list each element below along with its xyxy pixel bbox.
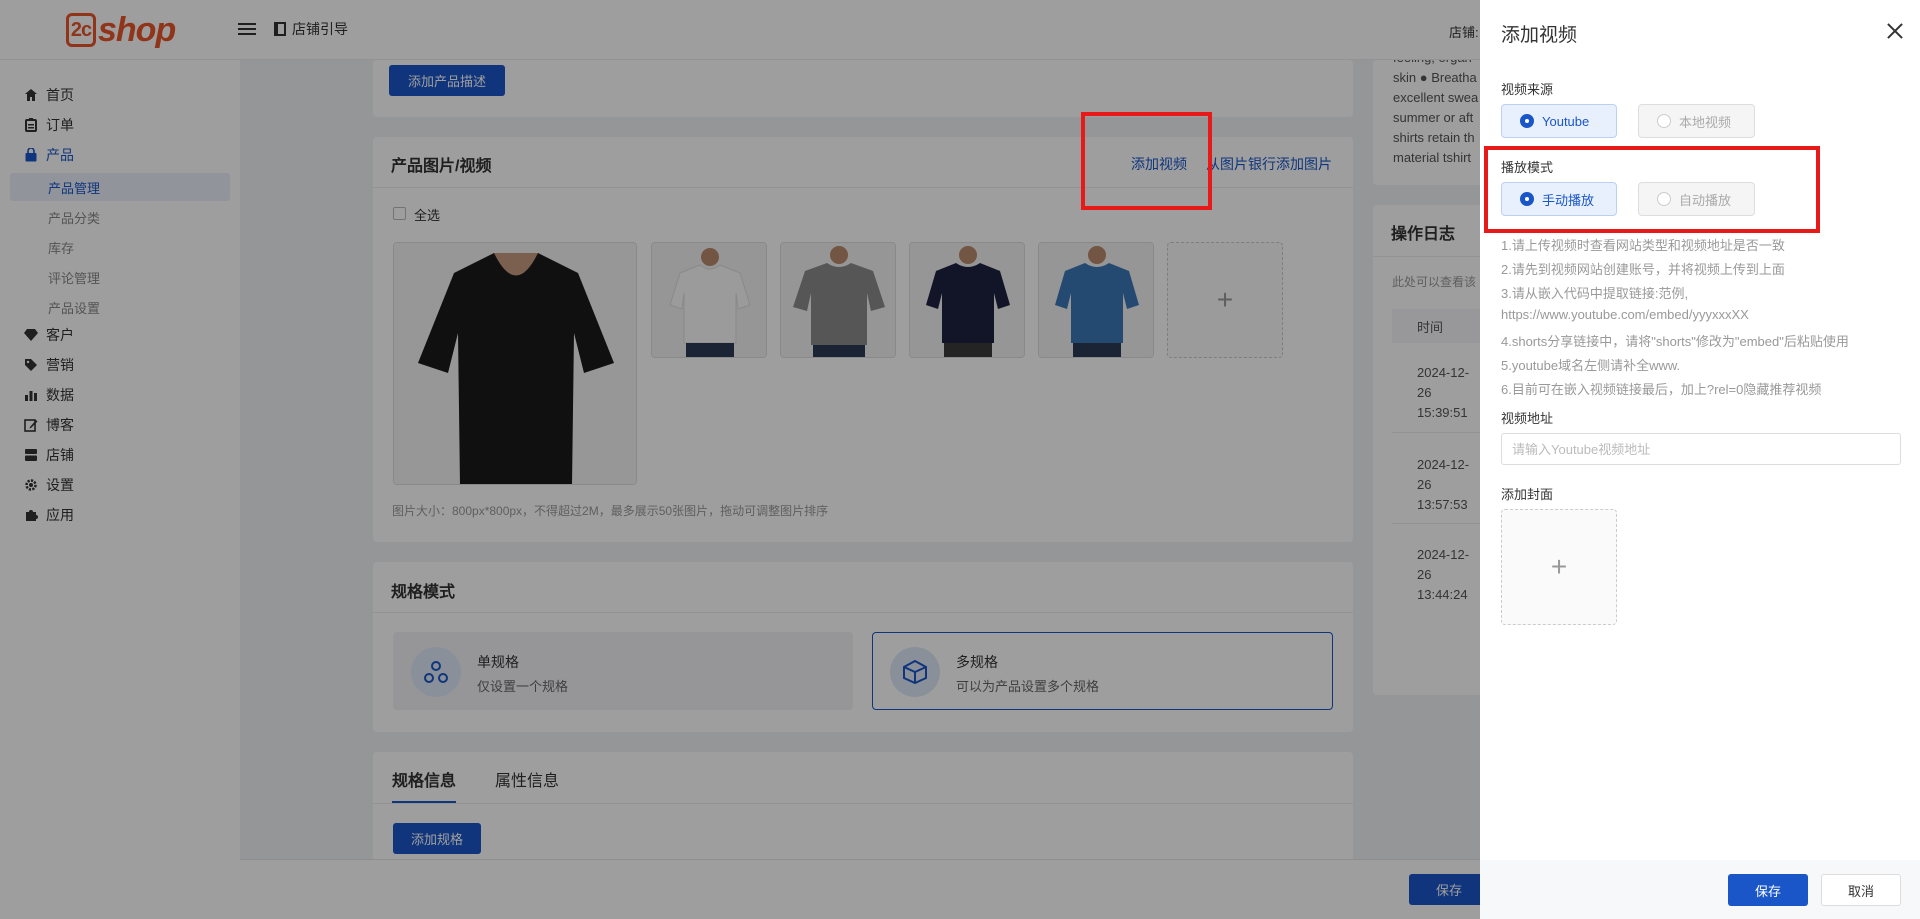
add-video-drawer: 添加视频 视频来源 Youtube 本地视频 播放模式 手动播放 自动播放 1.…	[1480, 0, 1920, 919]
source-youtube-radio[interactable]: Youtube	[1501, 104, 1617, 138]
highlight-add-video	[1081, 112, 1212, 210]
instruction-line: 6.目前可在嵌入视频链接最后，加上?rel=0隐藏推荐视频	[1501, 382, 1822, 397]
radio-label: 本地视频	[1679, 114, 1732, 130]
close-icon[interactable]	[1884, 20, 1906, 42]
instruction-line: 5.youtube域名左侧请补全www.	[1501, 358, 1681, 373]
instruction-line: 4.shorts分享链接中，请将"shorts"修改为"embed"后粘贴使用	[1501, 334, 1849, 349]
video-url-input[interactable]	[1501, 433, 1901, 465]
instruction-line: https://www.youtube.com/embed/yyyxxxXX	[1501, 307, 1749, 322]
cover-label: 添加封面	[1501, 487, 1554, 502]
instruction-line: 1.请上传视频时查看网站类型和视频地址是否一致	[1501, 238, 1785, 253]
drawer-save-button[interactable]: 保存	[1728, 874, 1808, 906]
instruction-line: 3.请从嵌入代码中提取链接:范例,	[1501, 286, 1689, 301]
radio-label: Youtube	[1542, 113, 1590, 129]
radio-checked-icon	[1520, 114, 1534, 128]
drawer-footer: 保存 取消	[1480, 860, 1920, 919]
drawer-title: 添加视频	[1501, 25, 1578, 46]
add-cover-icon[interactable]: +	[1501, 509, 1617, 625]
highlight-play-mode	[1484, 146, 1820, 233]
drawer-cancel-button[interactable]: 取消	[1821, 874, 1901, 906]
source-local-radio[interactable]: 本地视频	[1638, 104, 1755, 138]
instruction-line: 2.请先到视频网站创建账号，并将视频上传到上面	[1501, 262, 1785, 277]
video-url-label: 视频地址	[1501, 411, 1554, 426]
radio-unchecked-icon	[1657, 114, 1671, 128]
video-source-label: 视频来源	[1501, 82, 1554, 97]
